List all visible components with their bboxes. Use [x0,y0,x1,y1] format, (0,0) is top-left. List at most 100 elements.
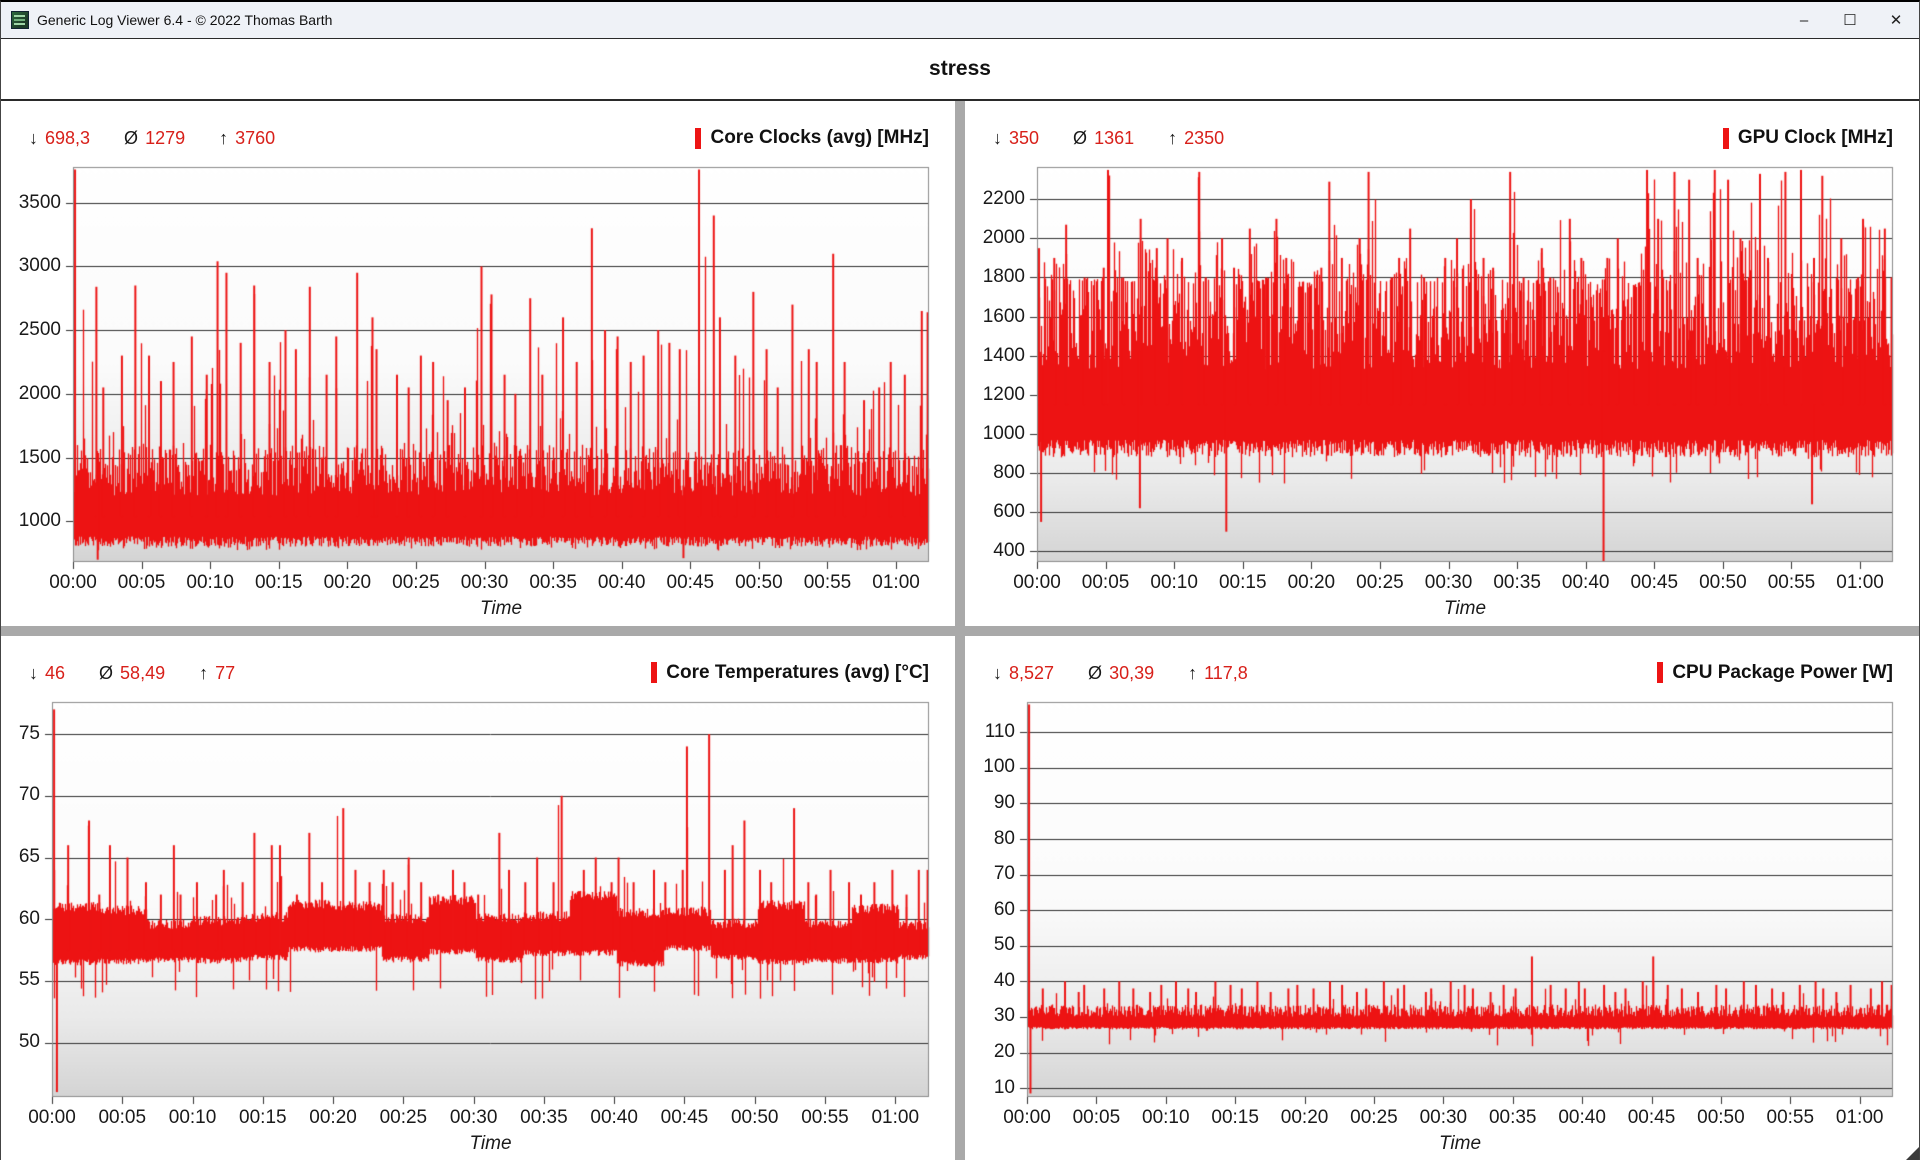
app-icon [11,11,29,29]
x-tick-label: 00:15 [1211,572,1275,594]
stat-min: ↓ 46 [29,663,65,684]
stat-avg: Ø 30,39 [1088,663,1154,684]
legend: CPU Package Power [W] [1657,662,1893,684]
x-tick-label: 00:25 [1342,1107,1406,1129]
log-header: stress [1,39,1919,101]
x-tick-label: 00:50 [723,1107,787,1129]
legend: GPU Clock [MHz] [1723,127,1893,149]
x-tick-label: 00:35 [512,1107,576,1129]
stat-avg-value: 30,39 [1109,663,1154,684]
x-tick-label: 00:55 [793,1107,857,1129]
y-tick-label: 2500 [1,319,61,341]
legend: Core Clocks (avg) [MHz] [695,127,929,149]
x-tick-label: 00:55 [795,572,859,594]
legend-color-bar-icon [651,662,657,683]
y-tick-label: 100 [965,756,1015,778]
stat-avg: Ø 1279 [124,128,185,149]
y-tick-label: 65 [1,846,40,868]
y-tick-label: 1000 [965,423,1025,445]
stats-row: ↓ 698,3 Ø 1279 ↑ 3760 Core Clocks (avg) … [1,101,955,153]
plot-canvas-gpu-clock[interactable] [965,153,1919,626]
x-tick-label: 00:40 [1554,572,1618,594]
stat-min: ↓ 8,527 [993,663,1054,684]
panel-core-clocks: ↓ 698,3 Ø 1279 ↑ 3760 Core Clocks (avg) … [1,101,955,626]
y-tick-label: 1000 [1,510,61,532]
y-tick-label: 60 [1,908,40,930]
stats-row: ↓ 350 Ø 1361 ↑ 2350 GPU Clock [MHz] [965,101,1919,153]
plot-canvas-cpu-package-power[interactable] [965,688,1919,1160]
x-axis-label: Time [52,1133,929,1155]
resize-grip[interactable] [1906,1147,1919,1160]
x-tick-label: 00:45 [652,1107,716,1129]
plot-canvas-core-clocks[interactable] [1,153,955,626]
y-tick-label: 2200 [965,188,1025,210]
x-tick-label: 00:40 [590,572,654,594]
y-tick-label: 10 [965,1077,1015,1099]
max-arrow-icon: ↑ [1168,128,1177,149]
stat-max: ↑ 3760 [219,128,275,149]
title-bar: Generic Log Viewer 6.4 - © 2022 Thomas B… [1,2,1919,39]
y-tick-label: 55 [1,969,40,991]
x-tick-label: 00:05 [1074,572,1138,594]
chart-grid: ↓ 698,3 Ø 1279 ↑ 3760 Core Clocks (avg) … [1,101,1919,1160]
y-tick-label: 800 [965,462,1025,484]
legend: Core Temperatures (avg) [°C] [651,662,929,684]
plot-area-cpu-package-power: 10203040506070809010011000:0000:0500:100… [965,688,1919,1160]
stat-max: ↑ 77 [199,663,235,684]
x-tick-label: 00:25 [384,572,448,594]
y-tick-label: 30 [965,1005,1015,1027]
x-tick-label: 00:55 [1759,572,1823,594]
x-tick-label: 00:40 [1550,1107,1614,1129]
y-tick-label: 1400 [965,345,1025,367]
stat-max-value: 117,8 [1204,663,1248,684]
max-arrow-icon: ↑ [219,128,228,149]
x-axis-label: Time [73,598,929,620]
y-tick-label: 400 [965,540,1025,562]
maximize-button[interactable]: ☐ [1827,2,1873,38]
x-tick-label: 00:35 [1485,572,1549,594]
plot-area-gpu-clock: 400600800100012001400160018002000220000:… [965,153,1919,626]
x-tick-label: 00:20 [315,572,379,594]
plot-area-core-temperatures: 50556065707500:0000:0500:1000:1500:2000:… [1,688,955,1160]
x-tick-label: 00:00 [1005,572,1069,594]
window-title: Generic Log Viewer 6.4 - © 2022 Thomas B… [37,12,332,28]
x-tick-label: 00:05 [90,1107,154,1129]
max-arrow-icon: ↑ [199,663,208,684]
y-tick-label: 40 [965,970,1015,992]
stat-avg-value: 1279 [145,128,185,149]
x-tick-label: 00:20 [301,1107,365,1129]
stat-max-value: 3760 [235,128,275,149]
stat-avg-value: 58,49 [120,663,165,684]
x-tick-label: 00:15 [1203,1107,1267,1129]
x-tick-label: 00:10 [1134,1107,1198,1129]
minimize-button[interactable]: – [1781,2,1827,38]
panel-gpu-clock: ↓ 350 Ø 1361 ↑ 2350 GPU Clock [MHz] 4 [965,101,1919,626]
y-tick-label: 110 [965,721,1015,743]
y-tick-label: 90 [965,792,1015,814]
plot-area-core-clocks: 10001500200025003000350000:0000:0500:100… [1,153,955,626]
avg-icon: Ø [1073,128,1087,149]
x-axis-label: Time [1037,598,1893,620]
stat-max-value: 2350 [1184,128,1224,149]
close-button[interactable]: ✕ [1873,2,1919,38]
chart-title: Core Temperatures (avg) [°C] [666,662,929,684]
avg-icon: Ø [99,663,113,684]
y-tick-label: 50 [1,1031,40,1053]
stats-row: ↓ 8,527 Ø 30,39 ↑ 117,8 CPU Package Powe… [965,636,1919,688]
stat-min-value: 698,3 [45,128,90,149]
y-tick-label: 1200 [965,384,1025,406]
y-tick-label: 600 [965,501,1025,523]
app-window: Generic Log Viewer 6.4 - © 2022 Thomas B… [0,0,1920,1160]
avg-icon: Ø [1088,663,1102,684]
stat-max: ↑ 2350 [1168,128,1224,149]
x-tick-label: 00:30 [453,572,517,594]
x-tick-label: 00:40 [582,1107,646,1129]
plot-canvas-core-temperatures[interactable] [1,688,955,1160]
x-tick-label: 01:00 [864,572,928,594]
y-tick-label: 3000 [1,255,61,277]
stat-max: ↑ 117,8 [1188,663,1248,684]
x-tick-label: 00:30 [1411,1107,1475,1129]
min-arrow-icon: ↓ [29,128,38,149]
x-tick-label: 00:25 [1348,572,1412,594]
stat-avg: Ø 1361 [1073,128,1134,149]
